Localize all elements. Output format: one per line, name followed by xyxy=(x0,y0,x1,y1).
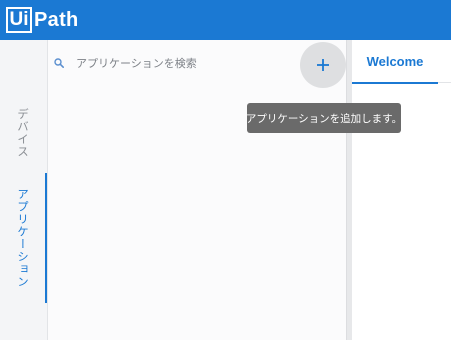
content-panel: Welcome xyxy=(352,40,451,340)
search-input[interactable] xyxy=(70,52,302,74)
tab-applications-label: アプリケーション xyxy=(16,188,30,288)
sidebar: デバイス アプリケーション xyxy=(0,40,48,340)
tab-devices[interactable]: デバイス xyxy=(0,88,46,178)
tab-bar-line xyxy=(438,82,451,83)
search-icon xyxy=(54,58,64,68)
logo-text: Path xyxy=(34,8,79,31)
logo-boxed-text: Ui xyxy=(6,7,32,33)
add-application-tooltip: アプリケーションを追加します。 xyxy=(245,103,403,133)
tab-devices-label: デバイス xyxy=(16,108,30,158)
uipath-logo: Ui Path xyxy=(6,7,79,33)
applications-panel xyxy=(48,40,346,340)
active-tab-indicator xyxy=(45,173,47,303)
plus-icon xyxy=(317,59,329,71)
tab-welcome-label: Welcome xyxy=(366,53,424,69)
add-application-button[interactable] xyxy=(300,42,346,88)
tab-welcome[interactable]: Welcome xyxy=(352,40,438,84)
app-header: Ui Path xyxy=(0,0,451,40)
tooltip-text: アプリケーションを追加します。 xyxy=(245,112,403,125)
tab-applications[interactable]: アプリケーション xyxy=(0,173,46,303)
